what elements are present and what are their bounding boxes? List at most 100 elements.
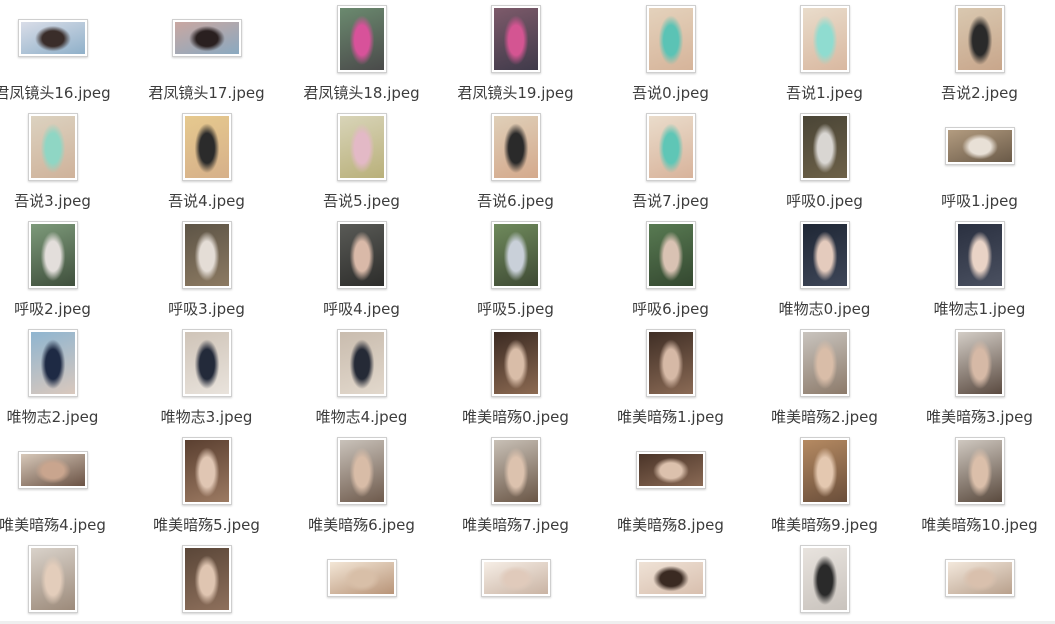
file-name: 唯美暗殇9.jpeg <box>771 516 878 534</box>
image-thumbnail[interactable] <box>955 329 1005 397</box>
image-thumbnail[interactable] <box>955 221 1005 289</box>
photo-preview <box>649 116 693 178</box>
image-thumbnail[interactable] <box>800 329 850 397</box>
photo-preview <box>958 224 1002 286</box>
file-item[interactable]: 唯物志0.jpeg <box>747 221 902 329</box>
image-thumbnail[interactable] <box>337 221 387 289</box>
file-item[interactable] <box>129 545 284 624</box>
file-item[interactable]: 唯美暗殇10.jpeg <box>902 437 1055 545</box>
image-thumbnail[interactable] <box>800 437 850 505</box>
image-thumbnail[interactable] <box>800 113 850 181</box>
image-thumbnail[interactable] <box>337 437 387 505</box>
file-item[interactable]: 吾说0.jpeg <box>593 5 748 113</box>
file-name: 唯美暗殇1.jpeg <box>617 408 724 426</box>
photo-preview <box>649 332 693 394</box>
image-thumbnail[interactable] <box>491 329 541 397</box>
file-item[interactable]: 呼吸6.jpeg <box>593 221 748 329</box>
image-thumbnail[interactable] <box>800 221 850 289</box>
file-name: 呼吸6.jpeg <box>632 300 709 318</box>
file-item[interactable]: 吾说6.jpeg <box>438 113 593 221</box>
image-thumbnail[interactable] <box>636 451 706 489</box>
photo-preview <box>958 332 1002 394</box>
image-thumbnail[interactable] <box>491 437 541 505</box>
file-item[interactable]: 唯物志2.jpeg <box>0 329 130 437</box>
image-thumbnail[interactable] <box>28 113 78 181</box>
file-item[interactable]: 唯物志1.jpeg <box>902 221 1055 329</box>
image-thumbnail[interactable] <box>636 559 706 597</box>
file-item[interactable]: 唯美暗殇1.jpeg <box>593 329 748 437</box>
file-item[interactable]: 呼吸3.jpeg <box>129 221 284 329</box>
photo-preview <box>803 548 847 610</box>
image-thumbnail[interactable] <box>491 5 541 73</box>
file-item[interactable]: 吾说7.jpeg <box>593 113 748 221</box>
file-item[interactable]: 唯物志3.jpeg <box>129 329 284 437</box>
image-thumbnail[interactable] <box>18 451 88 489</box>
file-item[interactable] <box>902 545 1055 624</box>
image-thumbnail[interactable] <box>182 545 232 613</box>
file-item[interactable]: 君凤镜头17.jpeg <box>129 5 284 113</box>
image-thumbnail[interactable] <box>481 559 551 597</box>
image-thumbnail[interactable] <box>182 437 232 505</box>
file-item[interactable]: 唯美暗殇9.jpeg <box>747 437 902 545</box>
image-thumbnail[interactable] <box>800 5 850 73</box>
image-thumbnail[interactable] <box>172 19 242 57</box>
file-item[interactable]: 唯物志4.jpeg <box>284 329 439 437</box>
image-thumbnail[interactable] <box>491 221 541 289</box>
image-thumbnail[interactable] <box>337 5 387 73</box>
file-item[interactable]: 呼吸5.jpeg <box>438 221 593 329</box>
file-item[interactable]: 君凤镜头19.jpeg <box>438 5 593 113</box>
image-thumbnail[interactable] <box>337 329 387 397</box>
file-item[interactable]: 吾说5.jpeg <box>284 113 439 221</box>
file-item[interactable]: 唯美暗殇6.jpeg <box>284 437 439 545</box>
file-item[interactable]: 呼吸1.jpeg <box>902 113 1055 221</box>
file-item[interactable]: 呼吸2.jpeg <box>0 221 130 329</box>
image-thumbnail[interactable] <box>945 559 1015 597</box>
file-item[interactable]: 吾说1.jpeg <box>747 5 902 113</box>
image-thumbnail[interactable] <box>646 113 696 181</box>
image-thumbnail[interactable] <box>955 5 1005 73</box>
file-item[interactable]: 君凤镜头18.jpeg <box>284 5 439 113</box>
file-item[interactable]: 君凤镜头16.jpeg <box>0 5 130 113</box>
file-item[interactable]: 吾说2.jpeg <box>902 5 1055 113</box>
file-item[interactable]: 唯美暗殇2.jpeg <box>747 329 902 437</box>
file-item[interactable] <box>284 545 439 624</box>
image-thumbnail[interactable] <box>182 221 232 289</box>
image-thumbnail[interactable] <box>337 113 387 181</box>
file-name: 呼吸5.jpeg <box>477 300 554 318</box>
file-item[interactable]: 唯美暗殇5.jpeg <box>129 437 284 545</box>
file-item[interactable]: 唯美暗殇8.jpeg <box>593 437 748 545</box>
file-item[interactable]: 呼吸4.jpeg <box>284 221 439 329</box>
image-thumbnail[interactable] <box>182 329 232 397</box>
file-item[interactable]: 吾说4.jpeg <box>129 113 284 221</box>
photo-preview <box>803 440 847 502</box>
file-item[interactable]: 唯美暗殇0.jpeg <box>438 329 593 437</box>
file-item[interactable] <box>593 545 748 624</box>
file-name: 唯美暗殇8.jpeg <box>617 516 724 534</box>
image-thumbnail[interactable] <box>646 329 696 397</box>
image-thumbnail[interactable] <box>945 127 1015 165</box>
image-thumbnail[interactable] <box>491 113 541 181</box>
file-item[interactable] <box>0 545 130 624</box>
file-item[interactable]: 唯美暗殇3.jpeg <box>902 329 1055 437</box>
file-item[interactable] <box>747 545 902 624</box>
file-name: 唯美暗殇10.jpeg <box>921 516 1038 534</box>
image-thumbnail[interactable] <box>182 113 232 181</box>
file-name: 吾说2.jpeg <box>941 84 1018 102</box>
file-item[interactable]: 吾说3.jpeg <box>0 113 130 221</box>
image-thumbnail[interactable] <box>18 19 88 57</box>
image-thumbnail[interactable] <box>955 437 1005 505</box>
image-thumbnail[interactable] <box>28 221 78 289</box>
image-thumbnail[interactable] <box>800 545 850 613</box>
image-thumbnail[interactable] <box>646 5 696 73</box>
image-thumbnail[interactable] <box>28 329 78 397</box>
image-thumbnail[interactable] <box>327 559 397 597</box>
file-name: 唯美暗殇6.jpeg <box>308 516 415 534</box>
image-thumbnail[interactable] <box>646 221 696 289</box>
photo-preview <box>31 548 75 610</box>
image-thumbnail[interactable] <box>28 545 78 613</box>
file-item[interactable]: 唯美暗殇7.jpeg <box>438 437 593 545</box>
file-item[interactable]: 唯美暗殇4.jpeg <box>0 437 130 545</box>
file-name: 唯物志4.jpeg <box>315 408 408 426</box>
file-item[interactable]: 呼吸0.jpeg <box>747 113 902 221</box>
file-item[interactable] <box>438 545 593 624</box>
